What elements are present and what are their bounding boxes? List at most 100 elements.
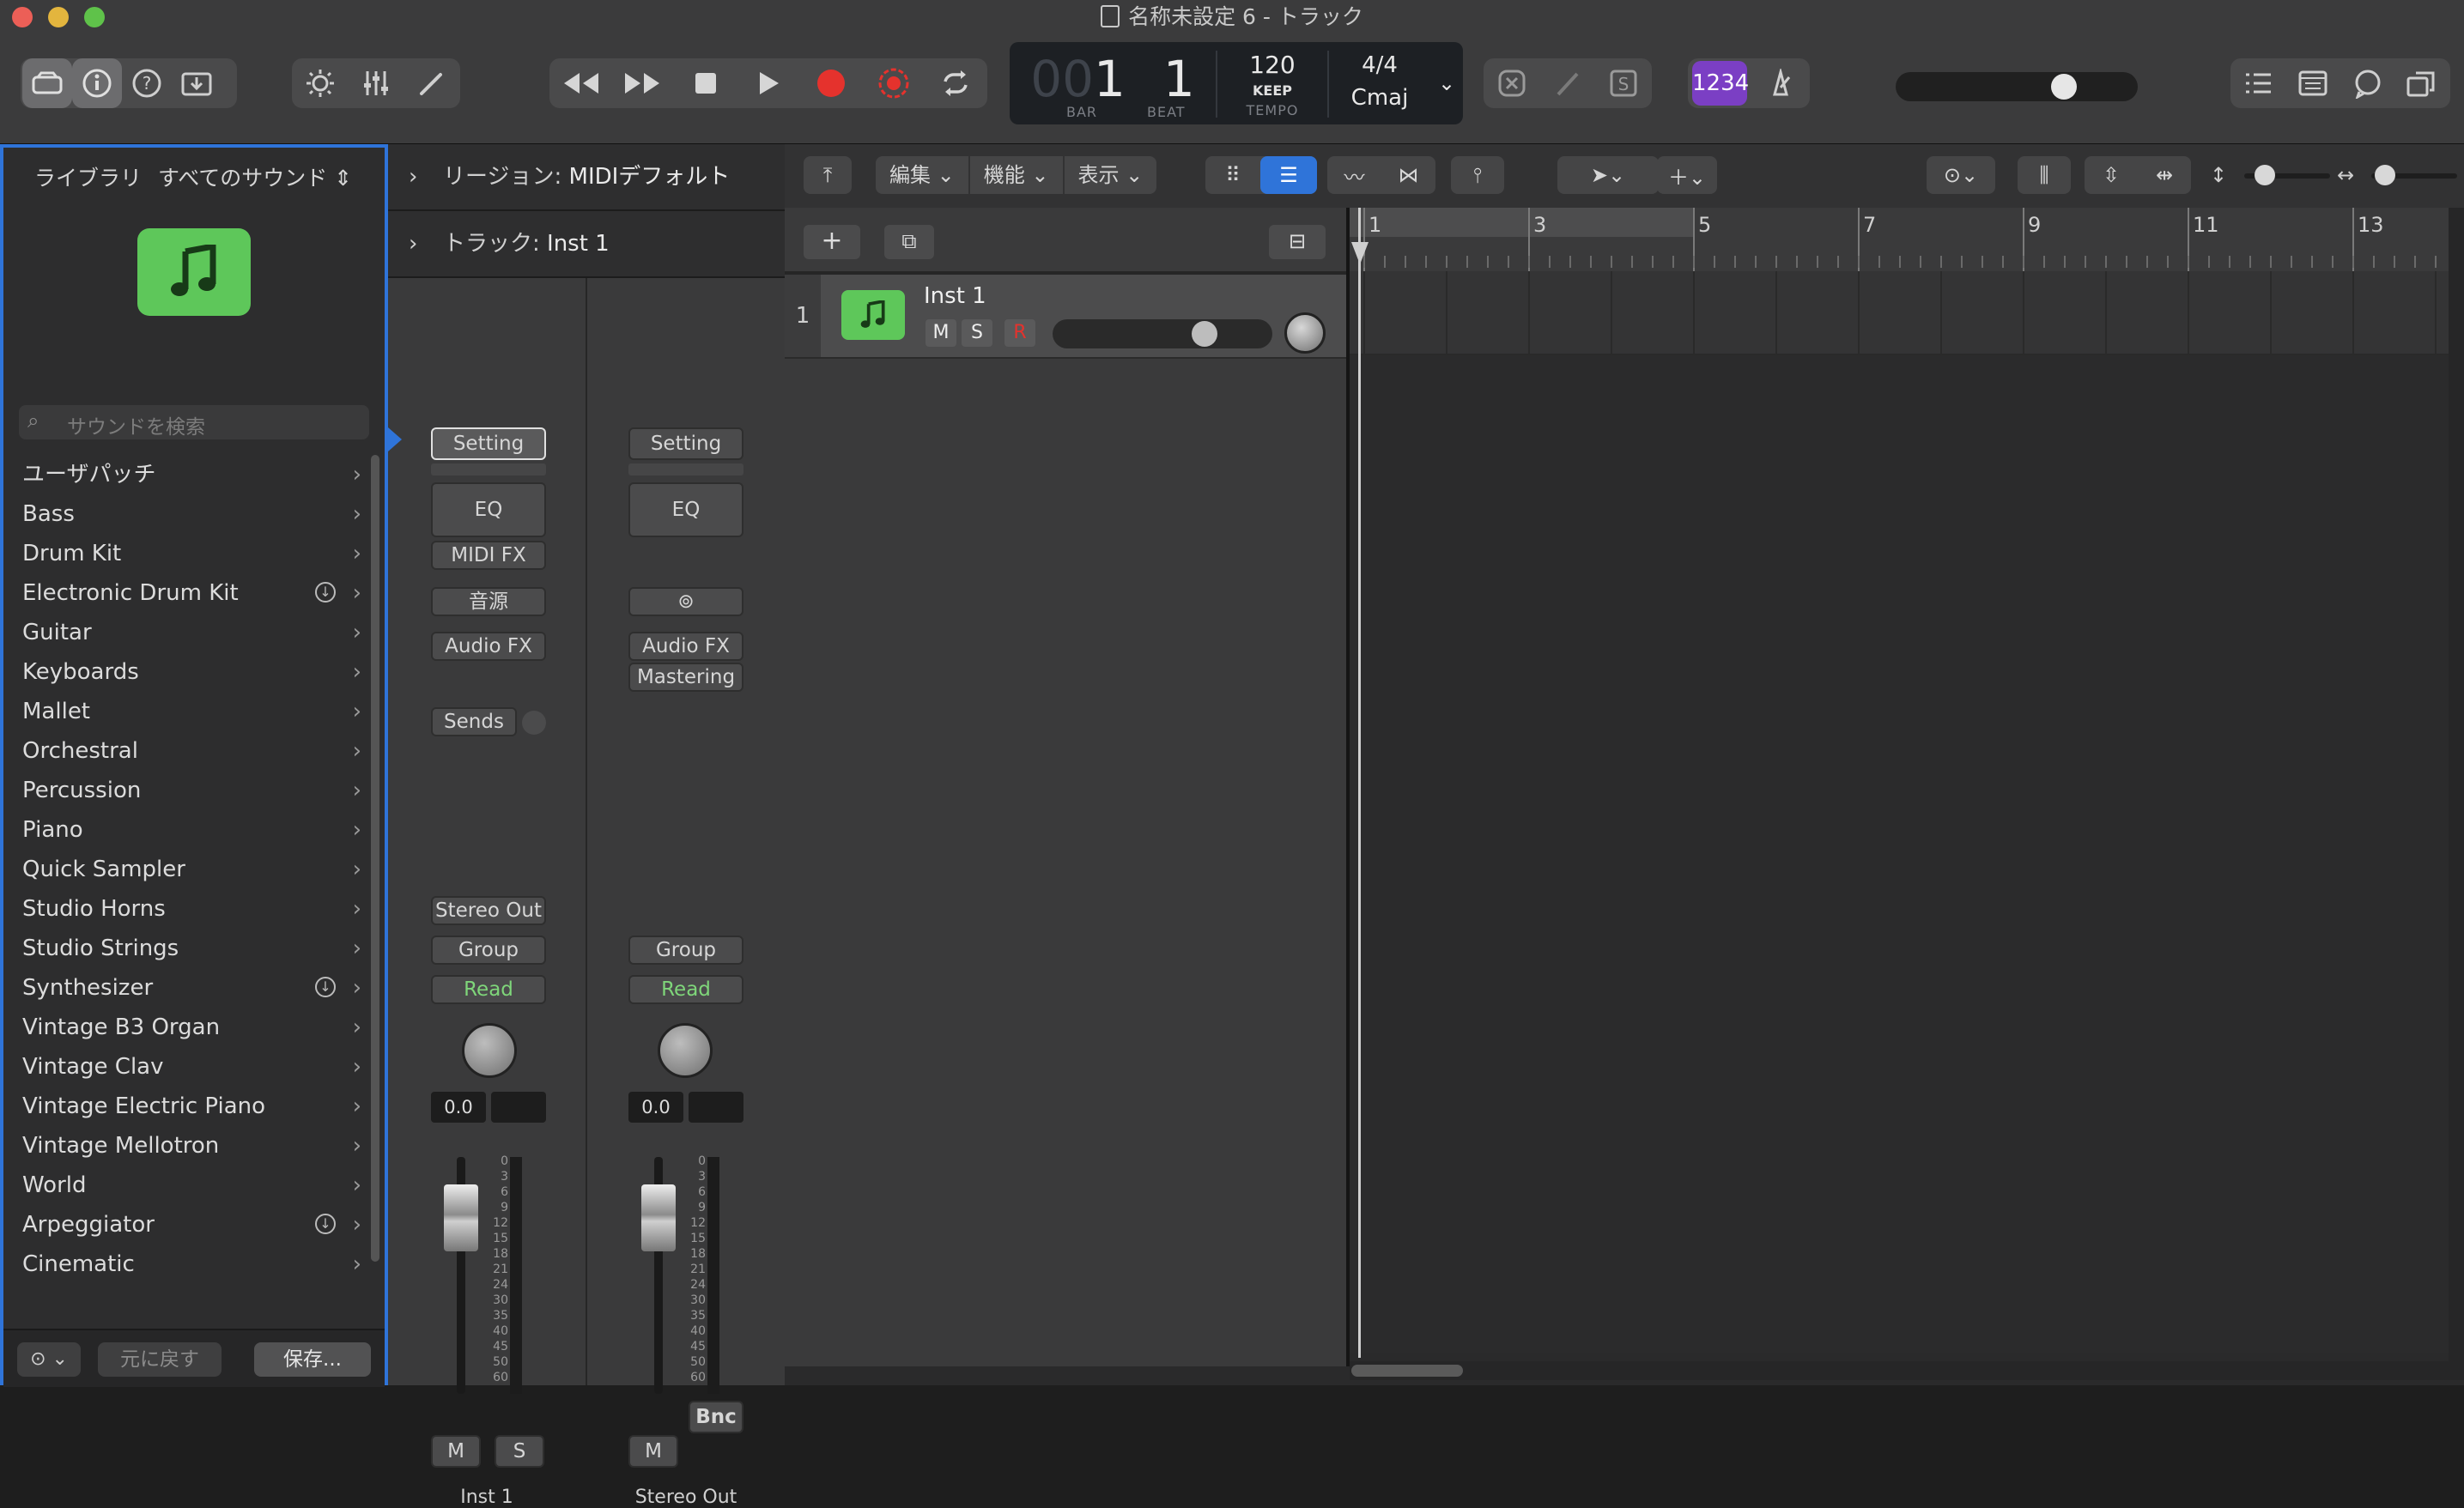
strip1-eq-button[interactable]: EQ	[431, 482, 546, 537]
track-name[interactable]: Inst 1	[924, 283, 986, 309]
strip2-fader-cap[interactable]	[641, 1184, 676, 1251]
master-volume-knob[interactable]	[2051, 74, 2077, 100]
track-volume-slider[interactable]	[1053, 319, 1272, 348]
stop-icon[interactable]	[681, 58, 731, 108]
track-record-button[interactable]: R	[1004, 319, 1035, 347]
region-inspector-header[interactable]: › リージョン: MIDIデフォルト	[388, 144, 785, 211]
play-icon[interactable]	[743, 58, 793, 108]
capture-record-icon[interactable]	[869, 58, 919, 108]
library-item[interactable]: Guitar ›	[22, 613, 361, 652]
library-item[interactable]: Keyboards ›	[22, 652, 361, 692]
strip1-group-slot[interactable]: Group	[431, 936, 546, 965]
pencil-icon[interactable]	[407, 58, 457, 108]
library-item[interactable]: Studio Strings ›	[22, 929, 361, 968]
rewind-icon[interactable]	[555, 58, 605, 108]
fast-forward-icon[interactable]	[618, 58, 668, 108]
metronome-icon[interactable]	[1756, 58, 1806, 108]
download-circle-icon[interactable]: ↓	[315, 1214, 336, 1234]
library-item[interactable]: Orchestral ›	[22, 731, 361, 771]
vertical-fit-icon[interactable]: ⇳	[2103, 163, 2120, 187]
more-options-icon[interactable]: ⊙⌄	[1927, 156, 1995, 194]
global-tracks-icon[interactable]: ⊟	[1269, 225, 1326, 259]
lcd-menu-chevron-icon[interactable]: ⌄	[1430, 42, 1463, 124]
strip1-volume-readout[interactable]: 0.0	[431, 1092, 486, 1123]
strip1-sends-slot[interactable]: Sends	[431, 707, 517, 736]
vertical-zoom-slider[interactable]	[2244, 165, 2330, 185]
browser-icon[interactable]	[2398, 58, 2448, 108]
track-volume-knob[interactable]	[1192, 321, 1217, 347]
strip2-automation-mode[interactable]: Read	[628, 975, 743, 1004]
strip1-audio-fx-slot[interactable]: Audio FX	[431, 632, 546, 661]
track-pan-knob[interactable]	[1284, 312, 1326, 354]
library-item[interactable]: Vintage Electric Piano ›	[22, 1087, 361, 1126]
info-icon[interactable]	[72, 58, 122, 108]
strip2-eq-button[interactable]: EQ	[628, 482, 743, 537]
snap-icon[interactable]: ⫯	[1451, 156, 1504, 194]
strip2-audio-fx-slot[interactable]: Audio FX	[628, 632, 743, 661]
loops-icon[interactable]	[2343, 58, 2393, 108]
strip2-mute-button[interactable]: M	[628, 1435, 678, 1468]
master-volume-slider[interactable]	[1896, 72, 2138, 101]
strip1-output-slot[interactable]: Stereo Out	[431, 896, 546, 925]
library-item[interactable]: Vintage Mellotron ›	[22, 1126, 361, 1166]
library-item[interactable]: Electronic Drum Kit ↓ ›	[22, 573, 361, 613]
notepad-icon[interactable]	[2288, 58, 2338, 108]
grid-view-icon[interactable]: ⠿	[1205, 163, 1260, 187]
horizontal-scrollbar[interactable]	[1350, 1361, 2449, 1380]
search-input[interactable]: サウンドを検索	[67, 410, 205, 439]
revert-button[interactable]: 元に戻す	[98, 1342, 222, 1377]
track-view-icon[interactable]: ☰	[1260, 156, 1317, 194]
lcd-display[interactable]: 001 1 BAR BEAT 120 KEEP TEMPO 4/4 Cmaj ⌄	[1010, 42, 1463, 124]
strip2-bounce-button[interactable]: Bnc	[689, 1401, 743, 1433]
functions-menu[interactable]: 機能 ⌄	[970, 156, 1065, 194]
mixer-icon[interactable]	[351, 58, 401, 108]
strip1-instrument-slot[interactable]: 音源	[431, 587, 546, 616]
add-track-button[interactable]: +	[804, 225, 860, 259]
strip2-volume-readout[interactable]: 0.0	[628, 1092, 683, 1123]
back-icon[interactable]: ⤒	[804, 156, 852, 194]
record-icon[interactable]	[806, 58, 856, 108]
brightness-icon[interactable]	[295, 58, 345, 108]
tempo-display[interactable]: 120 KEEP TEMPO	[1217, 42, 1327, 124]
library-filter-menu[interactable]: すべてのサウンド ⇕	[158, 161, 352, 192]
horizontal-zoom-slider[interactable]	[2371, 165, 2457, 185]
library-item[interactable]: Vintage Clav ›	[22, 1047, 361, 1087]
strip1-gain-slot[interactable]	[431, 463, 546, 475]
scrollbar-thumb[interactable]	[1351, 1365, 1463, 1377]
library-item[interactable]: Studio Horns ›	[22, 889, 361, 929]
library-scrollbar[interactable]	[371, 455, 379, 1262]
library-item[interactable]: World ›	[22, 1166, 361, 1205]
strip2-link-icon[interactable]: ⊚	[628, 587, 743, 616]
library-item[interactable]: Drum Kit ›	[22, 534, 361, 573]
library-item[interactable]: Quick Sampler ›	[22, 850, 361, 889]
automation-icon[interactable]: 〰	[1344, 160, 1365, 191]
library-icon[interactable]	[22, 58, 72, 108]
crosshair-tool-icon[interactable]: ＋⌄	[1657, 156, 1717, 194]
duplicate-track-icon[interactable]: ⧉	[884, 225, 934, 259]
playhead-handle-icon[interactable]	[1351, 242, 1369, 264]
strip1-setting-button[interactable]: Setting	[431, 427, 546, 460]
download-icon[interactable]	[172, 58, 222, 108]
edit-menu[interactable]: 編集 ⌄	[876, 156, 970, 194]
track-solo-button[interactable]: S	[962, 319, 992, 347]
playhead[interactable]	[1358, 208, 1361, 1358]
waveform-zoom-icon[interactable]: ⫼	[2018, 156, 2071, 194]
strip1-fader-cap[interactable]	[444, 1184, 478, 1251]
save-button[interactable]: 保存...	[254, 1342, 371, 1377]
library-item[interactable]: Bass ›	[22, 494, 361, 534]
track-inspector-header[interactable]: › トラック: Inst 1	[388, 211, 785, 278]
help-icon[interactable]: ?	[122, 58, 172, 108]
strip2-group-slot[interactable]: Group	[628, 936, 743, 965]
library-item[interactable]: Percussion ›	[22, 771, 361, 810]
strip1-automation-mode[interactable]: Read	[431, 975, 546, 1004]
pointer-tool-icon[interactable]: ➤⌄	[1591, 163, 1625, 187]
list-icon[interactable]	[2233, 58, 2283, 108]
download-circle-icon[interactable]: ↓	[315, 977, 336, 997]
action-menu-button[interactable]: ⊙ ⌄	[17, 1342, 81, 1377]
horizontal-fit-icon[interactable]: ⇹	[2156, 163, 2173, 187]
library-item[interactable]: Vintage B3 Organ ›	[22, 1008, 361, 1047]
library-item[interactable]: Cinematic ›	[22, 1245, 361, 1284]
library-item[interactable]: Arpeggiator ↓ ›	[22, 1205, 361, 1245]
library-item[interactable]: ユーザパッチ ›	[22, 455, 361, 494]
strip1-mute-button[interactable]: M	[431, 1435, 481, 1468]
